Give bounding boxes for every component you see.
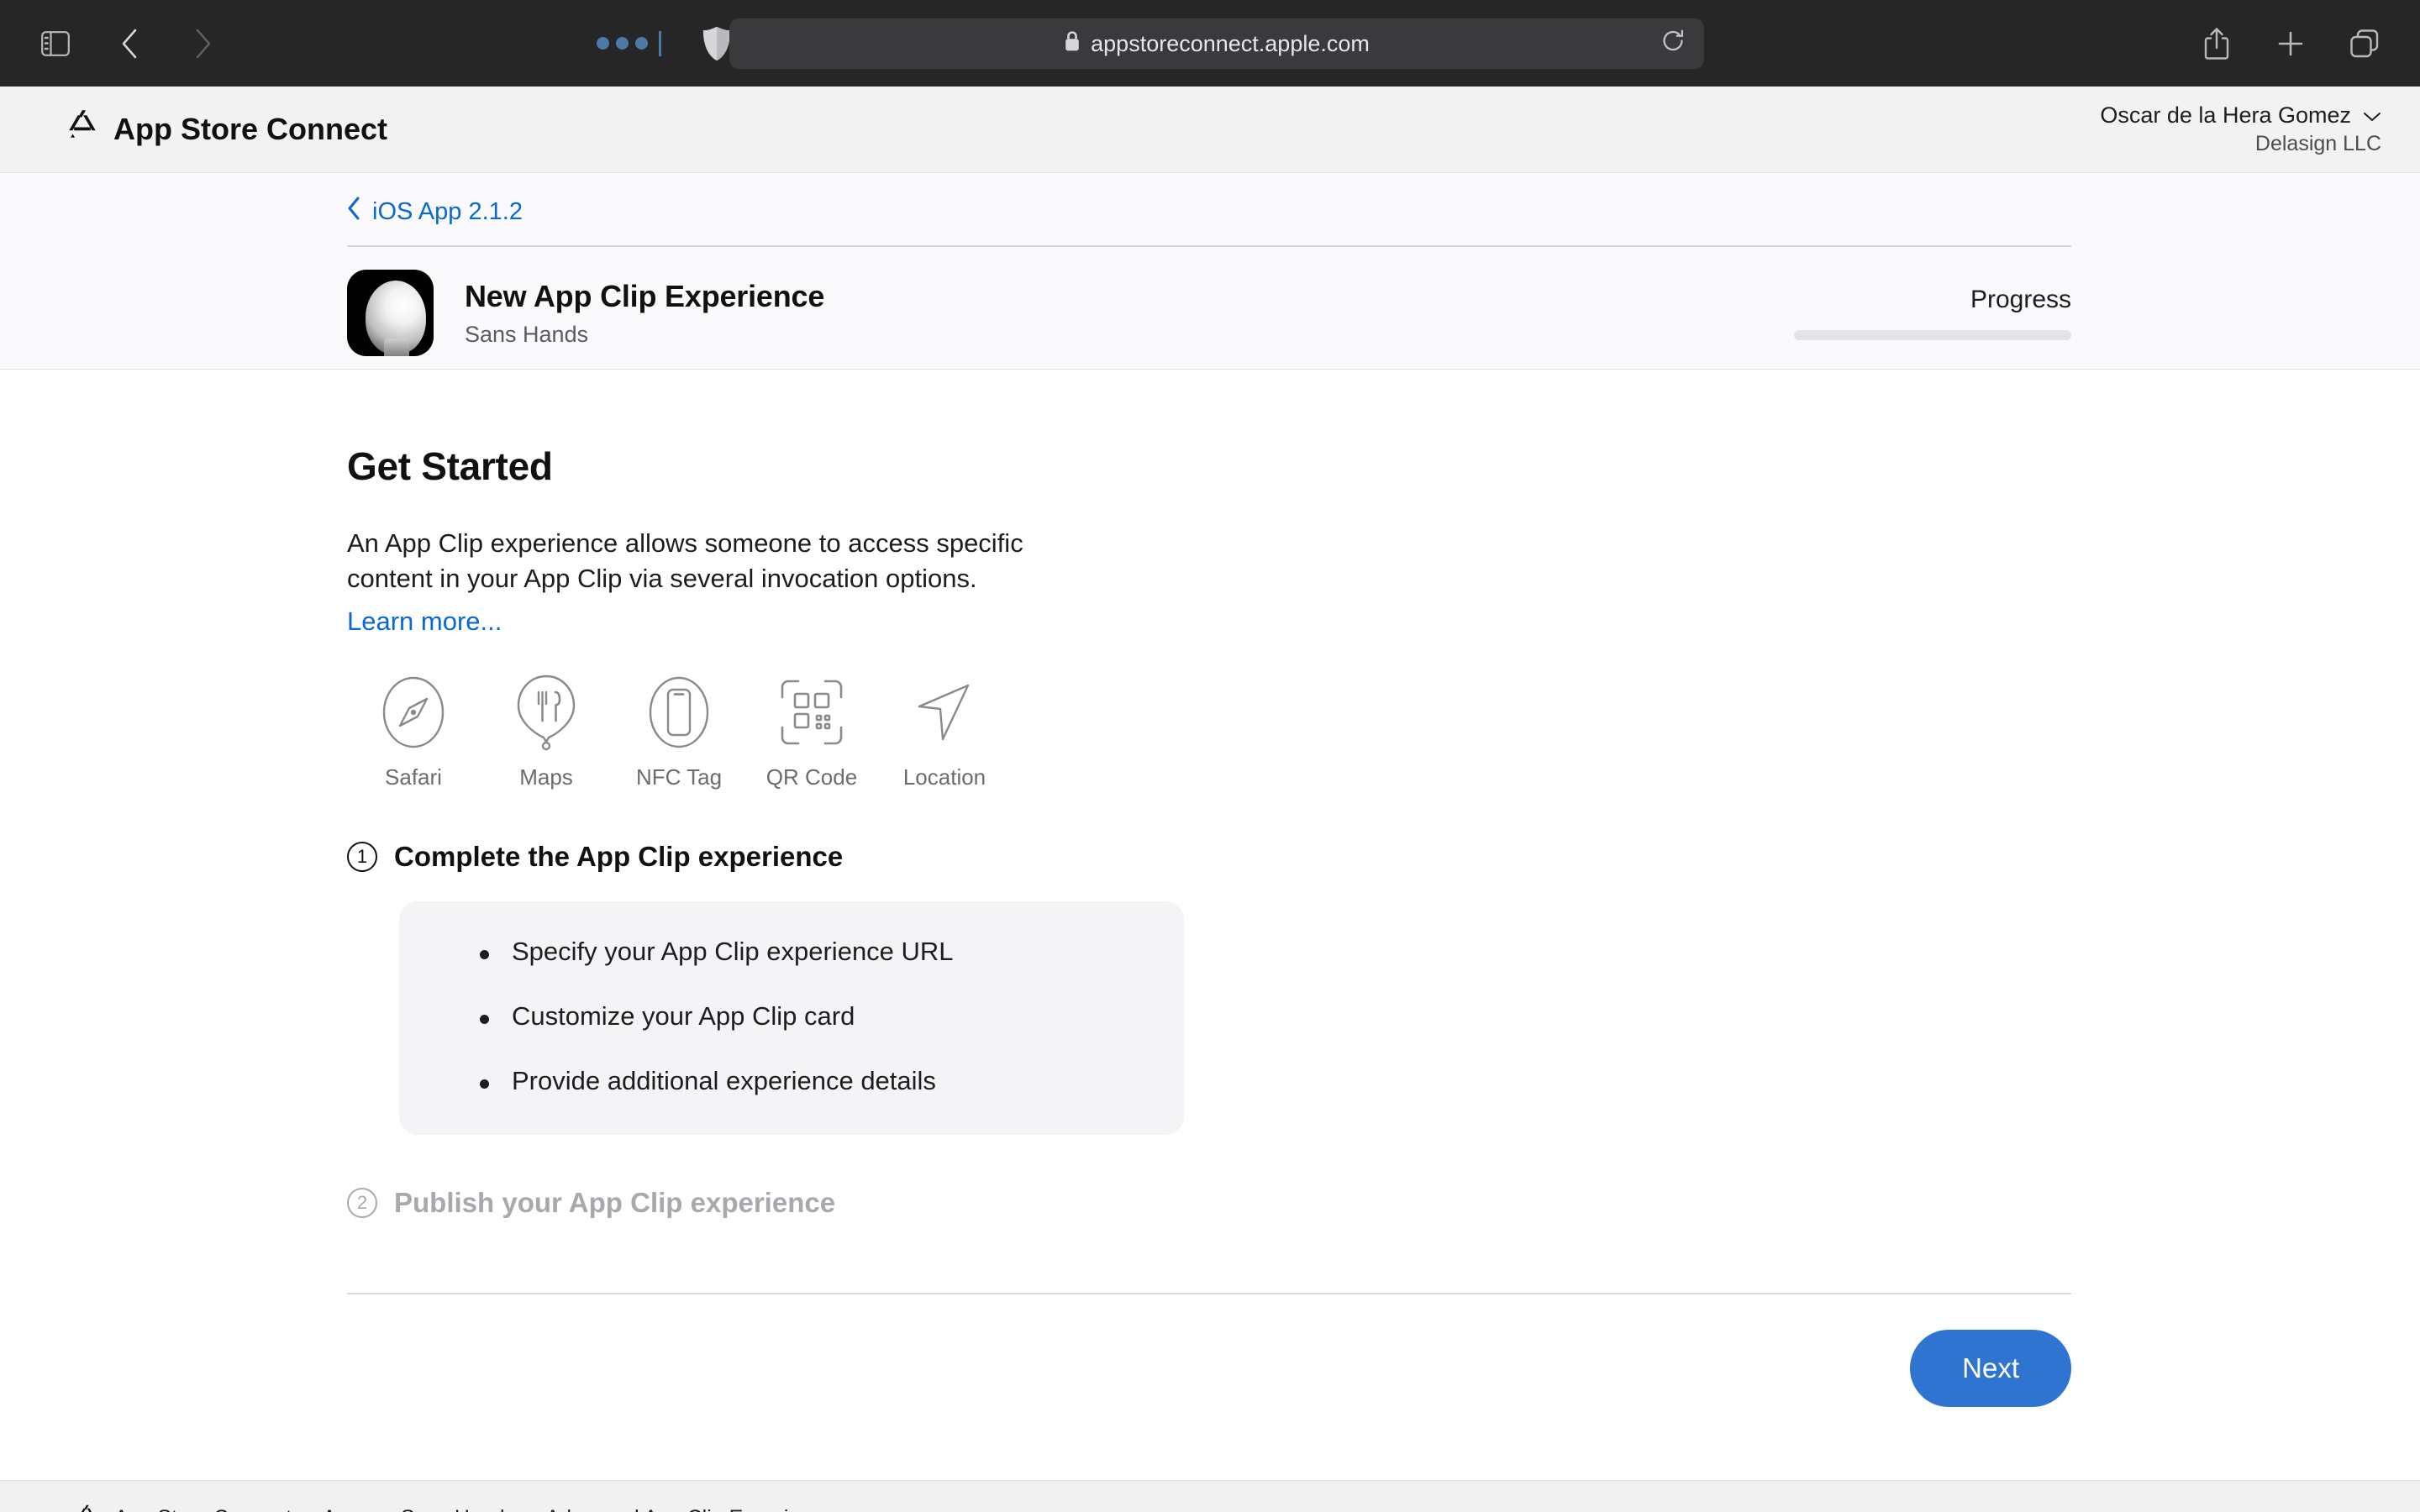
browser-nav-group — [0, 22, 225, 66]
step-title: Complete the App Clip experience — [394, 841, 844, 873]
breadcrumb-back-label: iOS App 2.1.2 — [372, 197, 523, 225]
invocation-label: NFC Tag — [635, 764, 723, 790]
forward-chevron-icon — [182, 22, 225, 66]
progress-track — [1794, 330, 2071, 340]
header-divider — [347, 245, 2071, 247]
app-name-subtitle: Sans Hands — [465, 321, 589, 347]
invocation-option-location: Location — [878, 672, 1011, 790]
learn-more-link[interactable]: Learn more... — [347, 606, 502, 637]
share-icon[interactable] — [2195, 22, 2238, 66]
account-organization: Delasign LLC — [2254, 132, 2381, 156]
footer-crumb[interactable]: Apps — [323, 1506, 371, 1512]
reload-icon[interactable] — [1660, 29, 1686, 60]
footer-crumb[interactable]: Sans Hands — [401, 1506, 515, 1512]
qr-code-icon — [745, 672, 878, 753]
breadcrumb-back-link[interactable]: iOS App 2.1.2 — [347, 197, 523, 227]
step-two-header: 2 Publish your App Clip experience — [347, 1187, 2071, 1219]
plus-icon[interactable] — [2269, 22, 2312, 66]
list-item: Specify your App Clip experience URL — [399, 937, 1184, 967]
step-one-checklist-card: Specify your App Clip experience URL Cus… — [399, 901, 1184, 1136]
location-arrow-icon — [878, 672, 1011, 753]
invocation-label: Maps — [519, 764, 573, 790]
section-title: Get Started — [347, 444, 553, 488]
content-divider — [347, 1293, 2071, 1295]
breadcrumb-separator: › — [527, 1506, 534, 1512]
account-name-row[interactable]: Oscar de la Hera Gomez — [2100, 102, 2381, 130]
invocation-option-safari: Safari — [347, 672, 480, 790]
main-content: Get Started An App Clip experience allow… — [347, 370, 2071, 1408]
footer-breadcrumb: App Store Connect › Apps › Sans Hands › … — [76, 1503, 834, 1512]
app-meta: New App Clip Experience Sans Hands — [465, 279, 1763, 348]
tab-overview-icon[interactable] — [2343, 22, 2386, 66]
page-footer: App Store Connect › Apps › Sans Hands › … — [0, 1480, 2420, 1512]
step-title: Publish your App Clip experience — [394, 1187, 836, 1219]
app-summary-row: New App Clip Experience Sans Hands Progr… — [347, 270, 2071, 356]
step-one-header: 1 Complete the App Clip experience — [347, 841, 2071, 873]
maps-pin-icon — [480, 672, 613, 753]
browser-status-group — [597, 22, 739, 66]
breadcrumb-separator: › — [303, 1506, 310, 1512]
nfc-tag-phone-icon — [613, 672, 745, 753]
page-title: New App Clip Experience — [465, 278, 825, 313]
account-menu[interactable]: Oscar de la Hera Gomez Delasign LLC — [2100, 102, 2381, 158]
invocation-label: QR Code — [765, 764, 858, 790]
brand-lockup[interactable]: App Store Connect — [66, 108, 387, 152]
page-sub-header: iOS App 2.1.2 New App Clip Experience Sa… — [0, 173, 2420, 370]
browser-toolbar: appstoreconnect.apple.com — [0, 0, 2420, 87]
invocation-option-qr-code: QR Code — [745, 672, 878, 790]
app-store-connect-logo — [66, 108, 99, 152]
steps-list: 1 Complete the App Clip experience Speci… — [347, 841, 2071, 1219]
back-chevron-icon[interactable] — [108, 22, 151, 66]
invocation-option-nfc-tag: NFC Tag — [613, 672, 745, 790]
app-store-connect-header: App Store Connect Oscar de la Hera Gomez… — [0, 87, 2420, 173]
browser-actions-group — [2195, 22, 2386, 66]
url-text: appstoreconnect.apple.com — [1091, 30, 1370, 56]
footer-crumb[interactable]: Advanced App Clip Experience — [545, 1506, 834, 1512]
invocation-label: Location — [902, 764, 986, 790]
form-actions: Next — [347, 1330, 2071, 1408]
step-number-badge: 1 — [347, 842, 377, 873]
lock-icon — [1064, 30, 1081, 58]
invocation-option-maps: Maps — [480, 672, 613, 790]
safari-compass-icon — [347, 672, 480, 753]
chevron-down-icon — [2363, 102, 2381, 130]
chevron-left-icon — [347, 197, 360, 227]
breadcrumb-separator: › — [382, 1506, 389, 1512]
next-button[interactable]: Next — [1910, 1330, 2071, 1408]
step-one: 1 Complete the App Clip experience Speci… — [347, 841, 2071, 1136]
list-item: Customize your App Clip card — [399, 1001, 1184, 1032]
invocation-options-row: Safari Maps NFC Tag QR Code Location — [347, 672, 2071, 790]
progress-label: Progress — [1970, 286, 2071, 313]
password-dots-icon[interactable] — [597, 30, 661, 56]
invocation-label: Safari — [385, 764, 442, 790]
app-icon — [347, 270, 434, 356]
list-item: Provide additional experience details — [399, 1066, 1184, 1096]
app-store-connect-logo — [76, 1503, 97, 1512]
progress-indicator: Progress — [1794, 286, 2071, 340]
footer-crumb[interactable]: App Store Connect — [114, 1506, 292, 1512]
brand-title: App Store Connect — [113, 112, 388, 146]
account-name: Oscar de la Hera Gomez — [2100, 102, 2351, 128]
step-number-badge: 2 — [347, 1188, 377, 1219]
sidebar-toggle-icon[interactable] — [34, 22, 77, 66]
address-bar[interactable]: appstoreconnect.apple.com — [729, 18, 1704, 69]
intro-paragraph: An App Clip experience allows someone to… — [347, 528, 1023, 594]
step-two: 2 Publish your App Clip experience — [347, 1187, 2071, 1219]
